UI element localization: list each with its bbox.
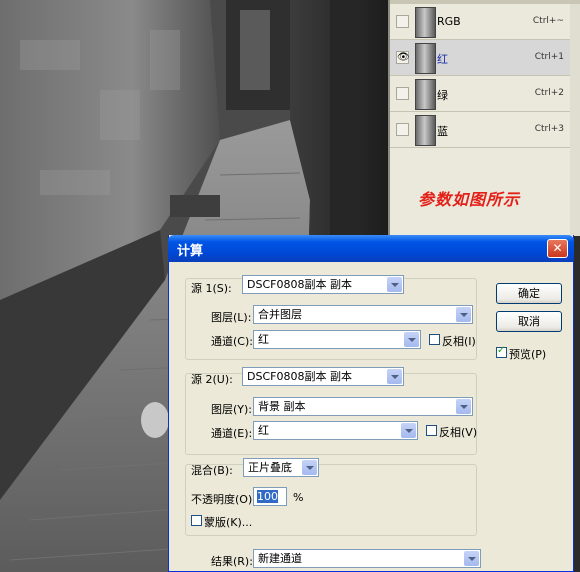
blend-mode-select[interactable]: 正片叠底 <box>243 458 319 477</box>
chevron-down-icon <box>464 551 479 566</box>
visibility-toggle[interactable] <box>396 87 409 100</box>
preview-label: 预览(P) <box>509 348 547 361</box>
source1-layer-label: 图层(L): <box>211 311 252 324</box>
source1-select[interactable]: DSCF0808副本 副本 <box>242 275 404 294</box>
channel-name: 绿 <box>437 89 448 102</box>
source1-invert-label: 反相(I) <box>442 335 476 348</box>
close-icon[interactable]: ✕ <box>547 239 568 258</box>
opacity-label: 不透明度(O): <box>191 493 256 506</box>
result-label: 结果(R): <box>211 555 253 568</box>
result-select[interactable]: 新建通道 <box>253 549 481 568</box>
dialog-titlebar[interactable]: 计算 ✕ <box>168 235 574 262</box>
source1-channel-label: 通道(C): <box>211 335 253 348</box>
channel-row-red[interactable]: 👁 红 Ctrl+1 <box>390 40 580 76</box>
mask-label: 蒙版(K)... <box>204 516 253 529</box>
source2-channel-value: 红 <box>258 424 269 437</box>
channel-shortcut: Ctrl+2 <box>534 88 564 98</box>
chevron-down-icon <box>387 277 402 292</box>
source2-invert-checkbox[interactable] <box>426 425 437 436</box>
channel-thumbnail <box>415 79 436 110</box>
eye-icon[interactable]: 👁 <box>396 51 410 64</box>
channel-name: RGB <box>437 15 461 28</box>
opacity-input[interactable]: 100 <box>253 487 287 506</box>
channel-thumbnail <box>415 115 436 146</box>
opacity-unit: % <box>293 491 304 504</box>
source2-layer-select[interactable]: 背景 副本 <box>253 397 473 416</box>
channel-thumbnail <box>415 7 436 38</box>
channel-shortcut: Ctrl+3 <box>534 124 564 134</box>
panel-scrollbar[interactable] <box>570 4 580 236</box>
channel-shortcut: Ctrl+~ <box>532 16 564 26</box>
chevron-down-icon <box>302 460 317 475</box>
channel-row-green[interactable]: 绿 Ctrl+2 <box>390 76 580 112</box>
source1-channel-value: 红 <box>258 333 269 346</box>
calculations-dialog: 计算 ✕ 源 1(S): DSCF0808副本 副本 图层(L): 合并图层 通… <box>168 235 574 572</box>
channel-row-rgb[interactable]: RGB Ctrl+~ <box>390 4 580 40</box>
chevron-down-icon <box>404 332 419 347</box>
chevron-down-icon <box>456 307 471 322</box>
source2-layer-value: 背景 副本 <box>258 400 306 413</box>
opacity-value: 100 <box>257 490 278 503</box>
source1-value: DSCF0808副本 副本 <box>247 278 352 291</box>
source1-channel-select[interactable]: 红 <box>253 330 421 349</box>
source2-channel-select[interactable]: 红 <box>253 421 418 440</box>
source2-label: 源 2(U): <box>191 373 233 386</box>
source1-invert-checkbox[interactable] <box>429 334 440 345</box>
source2-select[interactable]: DSCF0808副本 副本 <box>242 367 404 386</box>
visibility-toggle[interactable] <box>396 15 409 28</box>
source1-layer-value: 合并图层 <box>258 308 302 321</box>
visibility-toggle[interactable] <box>396 123 409 136</box>
chevron-down-icon <box>387 369 402 384</box>
chevron-down-icon <box>456 399 471 414</box>
channel-row-blue[interactable]: 蓝 Ctrl+3 <box>390 112 580 148</box>
dialog-title: 计算 <box>177 244 204 259</box>
chevron-down-icon <box>401 423 416 438</box>
source2-invert-label: 反相(V) <box>439 426 478 439</box>
result-value: 新建通道 <box>258 552 302 565</box>
cancel-button[interactable]: 取消 <box>496 311 562 332</box>
preview-checkbox[interactable] <box>496 345 507 358</box>
source2-layer-label: 图层(Y): <box>211 403 253 416</box>
source2-channel-label: 通道(E): <box>211 427 253 440</box>
mask-checkbox[interactable] <box>191 515 202 526</box>
channel-shortcut: Ctrl+1 <box>534 52 564 62</box>
ok-button[interactable]: 确定 <box>496 283 562 304</box>
annotation-note: 参数如图所示 <box>418 190 521 209</box>
channel-name: 蓝 <box>437 125 448 138</box>
source1-layer-select[interactable]: 合并图层 <box>253 305 473 324</box>
source1-label: 源 1(S): <box>191 282 232 295</box>
channel-thumbnail <box>415 43 436 74</box>
source2-value: DSCF0808副本 副本 <box>247 370 352 383</box>
channel-name: 红 <box>437 53 448 66</box>
blend-label: 混合(B): <box>191 464 233 477</box>
blend-mode-value: 正片叠底 <box>248 461 292 474</box>
